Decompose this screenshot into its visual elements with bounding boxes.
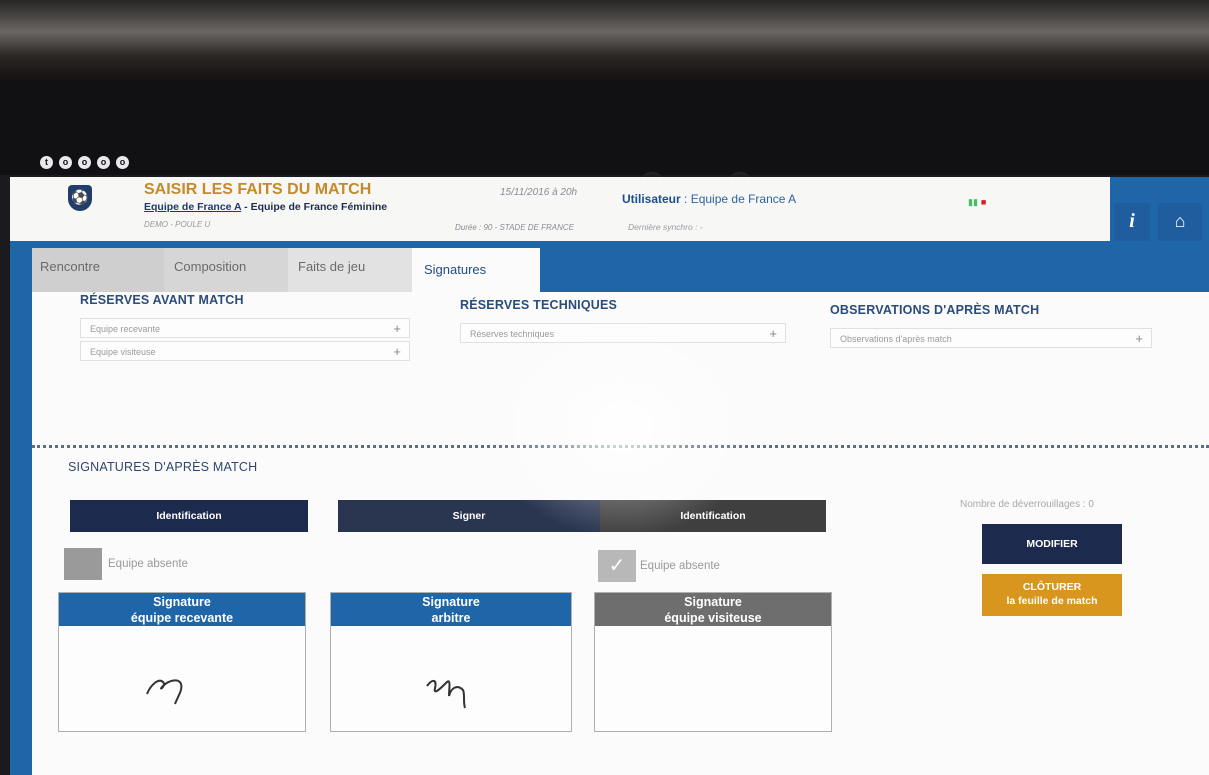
absent-away-label: Equipe absente: [640, 560, 720, 572]
field-placeholder: Equipe visiteuse: [90, 347, 156, 357]
competition-label: DEMO - POULE U: [144, 220, 211, 229]
home-button[interactable]: ⌂: [1158, 203, 1202, 241]
signature-box-away[interactable]: Signature équipe visiteuse: [594, 592, 832, 732]
signature-title: Signature: [684, 595, 742, 609]
app-screen: ⚽ SAISIR LES FAITS DU MATCH Equipe de Fr…: [10, 177, 1209, 775]
teams-separator: -: [241, 201, 251, 213]
cloturer-sublabel: la feuille de match: [1006, 595, 1098, 607]
page-title: SAISIR LES FAITS DU MATCH: [144, 181, 372, 198]
absent-home-checkbox[interactable]: [64, 548, 102, 580]
cloturer-label: CLÔTURER: [1022, 581, 1082, 593]
away-team: Equipe de France Féminine: [250, 201, 388, 213]
signal-icon: ▮▮: [968, 197, 978, 207]
add-icon[interactable]: +: [393, 319, 401, 339]
modifier-button[interactable]: MODIFIER: [982, 524, 1122, 564]
signature-box-header: Signature arbitre: [331, 593, 571, 626]
signature-subtitle: équipe recevante: [130, 611, 234, 625]
reserve-home-field[interactable]: Equipe recevante +: [80, 318, 410, 338]
signature-subtitle: équipe visiteuse: [664, 611, 762, 625]
social-icon[interactable]: o: [78, 156, 91, 169]
cloturer-button[interactable]: CLÔTURER la feuille de match: [982, 574, 1122, 616]
home-icon: ⌂: [1174, 211, 1186, 231]
match-teams: Equipe de France A - Equipe de France Fé…: [144, 201, 387, 213]
social-icon[interactable]: o: [97, 156, 110, 169]
signature-box-home[interactable]: Signature équipe recevante: [58, 592, 306, 732]
app-header: ⚽ SAISIR LES FAITS DU MATCH Equipe de Fr…: [10, 177, 1110, 241]
section-divider: [32, 445, 1209, 448]
absent-away-checkbox[interactable]: ✓: [598, 550, 636, 582]
observations-title: OBSERVATIONS D'APRÈS MATCH: [830, 303, 1040, 317]
reserves-avant-title: RÉSERVES AVANT MATCH: [80, 293, 244, 307]
signature-box-header: Signature équipe visiteuse: [595, 593, 831, 626]
social-icons: t o o o o: [40, 156, 129, 169]
sign-button[interactable]: Signer: [338, 500, 600, 532]
user-info: Utilisateur : Equipe de France A: [622, 192, 796, 206]
tab-rencontre[interactable]: Rencontre: [32, 248, 164, 292]
home-team-link[interactable]: Equipe de France A: [144, 201, 241, 213]
field-placeholder: Observations d'après match: [840, 334, 952, 344]
signature-box-referee[interactable]: Signature arbitre: [330, 592, 572, 732]
reserves-tech-field[interactable]: Réserves techniques +: [460, 323, 786, 343]
match-date: 15/11/2016 à 20h: [500, 187, 578, 198]
info-button[interactable]: i: [1114, 203, 1150, 241]
absent-home-label: Equipe absente: [108, 558, 188, 570]
fff-logo: ⚽: [68, 185, 92, 211]
signature-title: Signature: [153, 595, 211, 609]
tab-faits-de-jeu[interactable]: Faits de jeu: [288, 248, 412, 292]
observations-field[interactable]: Observations d'après match +: [830, 328, 1152, 348]
signature-title: Signature: [422, 595, 480, 609]
identification-away-button[interactable]: Identification: [600, 500, 826, 532]
last-sync: Dernière synchro : -: [628, 222, 703, 232]
reserves-tech-title: RÉSERVES TECHNIQUES: [460, 298, 618, 312]
reserve-away-field[interactable]: Equipe visiteuse +: [80, 341, 410, 361]
tablet-bezel-top: [0, 0, 1209, 80]
field-placeholder: Réserves techniques: [470, 329, 555, 339]
add-icon[interactable]: +: [393, 342, 401, 362]
tab-signatures[interactable]: Signatures: [412, 248, 540, 292]
battery-icon: ■: [980, 197, 987, 207]
signature-subtitle: arbitre: [431, 611, 471, 625]
signature-scribble-referee: [426, 680, 466, 709]
check-icon: ✓: [608, 555, 626, 577]
twitter-icon[interactable]: t: [40, 156, 53, 169]
match-duration-venue: Durée : 90 - STADE DE FRANCE: [455, 223, 574, 232]
tab-composition[interactable]: Composition: [164, 248, 288, 292]
social-icon[interactable]: o: [59, 156, 72, 169]
field-placeholder: Equipe recevante: [90, 324, 161, 334]
add-icon[interactable]: +: [1135, 329, 1143, 349]
user-label: Utilisateur: [622, 192, 681, 206]
add-icon[interactable]: +: [769, 324, 777, 344]
signatures-panel: RÉSERVES AVANT MATCH Equipe recevante + E…: [32, 292, 1209, 775]
identification-home-button[interactable]: Identification: [70, 500, 308, 532]
signature-scribble-home: [146, 679, 183, 705]
tablet-bezel: [0, 80, 1209, 196]
signatures-title: SIGNATURES D'APRÈS MATCH: [68, 460, 258, 474]
user-value: : Equipe de France A: [680, 192, 797, 206]
signature-box-header: Signature équipe recevante: [59, 593, 305, 626]
unlock-count: Nombre de déverrouillages : 0: [960, 499, 1094, 510]
social-icon[interactable]: o: [116, 156, 129, 169]
status-icons: ▮▮ ■: [968, 197, 986, 208]
